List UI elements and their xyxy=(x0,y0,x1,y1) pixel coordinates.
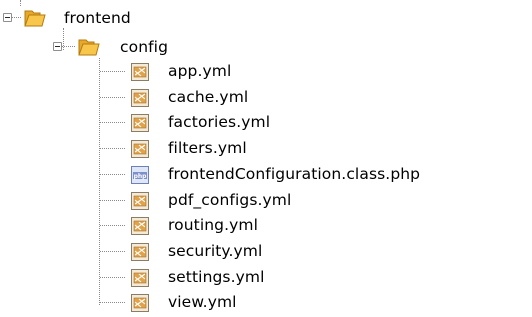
tree-node-file[interactable]: pdf_configs.yml xyxy=(99,189,529,215)
tree-connector xyxy=(100,174,125,175)
yml-file-icon xyxy=(131,269,149,287)
tree-connector xyxy=(100,251,125,252)
yml-file-icon xyxy=(131,63,149,81)
tree-node-config[interactable]: config xyxy=(50,36,250,62)
yml-file-icon xyxy=(131,114,149,132)
tree-connector xyxy=(100,97,125,98)
tree-node-file[interactable]: filters.yml xyxy=(99,137,529,163)
svg-text:php: php xyxy=(134,173,148,180)
file-tree: frontend config app.yml cache.yml factorie… xyxy=(0,0,532,316)
tree-node-label: pdf_configs.yml xyxy=(168,191,292,209)
yml-file-icon xyxy=(131,217,149,235)
tree-node-file[interactable]: factories.yml xyxy=(99,111,529,137)
tree-node-label: app.yml xyxy=(168,62,232,80)
tree-connector xyxy=(100,122,125,123)
tree-connector xyxy=(100,225,125,226)
folder-icon xyxy=(78,39,100,56)
tree-connector xyxy=(100,302,125,303)
tree-node-file[interactable]: php frontendConfiguration.class.php xyxy=(99,163,529,189)
tree-connector xyxy=(100,277,125,278)
collapse-toggle-config[interactable] xyxy=(53,42,62,51)
yml-file-icon xyxy=(131,89,149,107)
tree-node-file[interactable]: app.yml xyxy=(99,60,529,86)
yml-file-icon xyxy=(131,294,149,312)
tree-node-frontend[interactable]: frontend xyxy=(0,7,200,33)
tree-connector xyxy=(100,148,125,149)
tree-connector xyxy=(100,200,125,201)
tree-node-label: factories.yml xyxy=(168,113,271,131)
yml-file-icon xyxy=(131,243,149,261)
php-file-icon: php xyxy=(131,166,149,184)
tree-node-file[interactable]: routing.yml xyxy=(99,214,529,240)
yml-file-icon xyxy=(131,192,149,210)
tree-connector xyxy=(20,0,21,6)
tree-node-file[interactable]: cache.yml xyxy=(99,86,529,112)
tree-node-file[interactable]: settings.yml xyxy=(99,266,529,292)
tree-connector xyxy=(100,71,125,72)
tree-node-label: frontend xyxy=(64,9,131,27)
folder-icon xyxy=(24,10,46,27)
tree-node-label: view.yml xyxy=(168,293,237,311)
tree-node-label: config xyxy=(120,38,169,56)
tree-connector xyxy=(12,17,21,18)
tree-node-label: frontendConfiguration.class.php xyxy=(168,165,421,183)
tree-node-file[interactable]: view.yml xyxy=(99,291,529,317)
tree-node-file[interactable]: security.yml xyxy=(99,240,529,266)
tree-node-label: settings.yml xyxy=(168,268,265,286)
tree-node-label: cache.yml xyxy=(168,88,249,106)
tree-node-label: filters.yml xyxy=(168,139,247,157)
yml-file-icon xyxy=(131,140,149,158)
tree-node-label: security.yml xyxy=(168,242,263,260)
tree-connector xyxy=(62,46,75,47)
collapse-toggle-frontend[interactable] xyxy=(3,13,12,22)
tree-node-label: routing.yml xyxy=(168,216,258,234)
